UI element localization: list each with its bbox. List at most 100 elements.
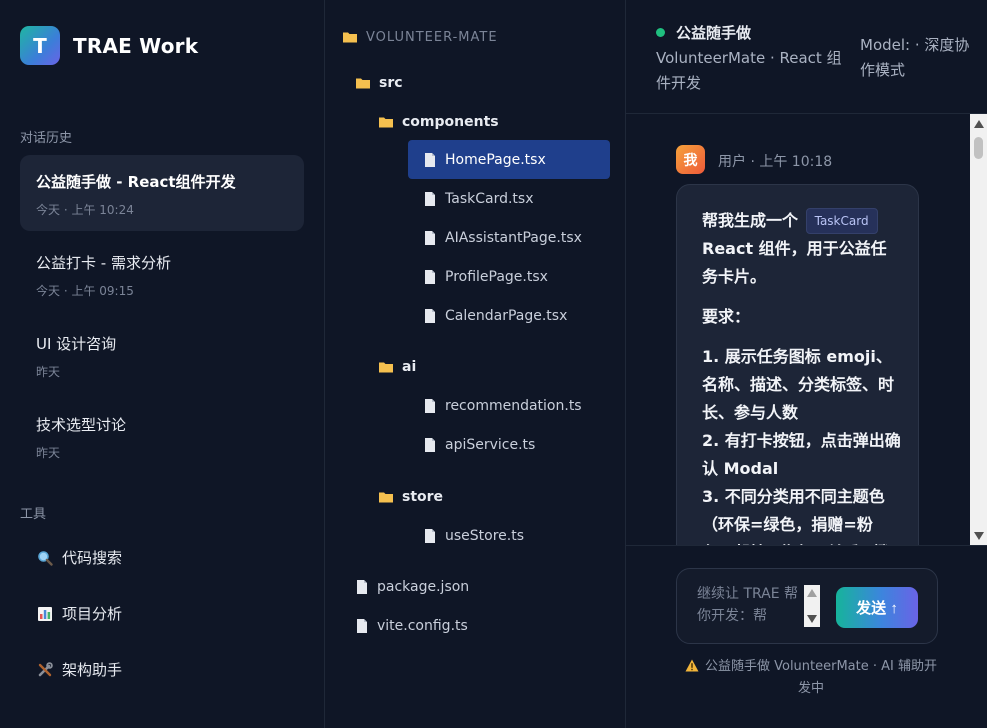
- file-explorer: VOLUNTEER-MATE src components HomePage.t…: [325, 0, 626, 728]
- scroll-up-arrow[interactable]: [974, 120, 984, 128]
- chat-panel: 公益随手做 VolunteerMate · React 组件开发 Model: …: [626, 0, 987, 728]
- tool-label: 架构助手: [62, 661, 123, 679]
- app-logo: T: [20, 26, 60, 65]
- brand[interactable]: T TRAE Work: [20, 26, 198, 65]
- tree-file-recommendation[interactable]: recommendation.ts: [423, 387, 582, 425]
- composer: 发送 ↑: [676, 568, 938, 644]
- message-text: 帮我生成一个: [702, 211, 799, 230]
- tree-item-label: CalendarPage.tsx: [445, 308, 568, 324]
- history-item-title: 技术选型讨论: [36, 416, 127, 434]
- tree-folder-src[interactable]: src: [355, 64, 403, 102]
- input-scrollbar[interactable]: [804, 585, 820, 627]
- tree-file-aiassistantpage[interactable]: AIAssistantPage.tsx: [423, 219, 582, 257]
- message-scrollbar[interactable]: [970, 114, 987, 545]
- history-item[interactable]: UI 设计咨询 昨天: [20, 317, 304, 393]
- tree-item-label: apiService.ts: [445, 437, 536, 453]
- message-list[interactable]: 我 用户 · 上午 10:18 帮我生成一个 TaskCard React 组件…: [626, 114, 987, 546]
- tree-item-label: ai: [402, 359, 417, 375]
- history-item-time: 昨天: [36, 365, 61, 379]
- tree-file-apiservice[interactable]: apiService.ts: [423, 426, 535, 464]
- message-input[interactable]: [697, 583, 799, 633]
- tree-file-homepage[interactable]: HomePage.tsx: [408, 140, 610, 179]
- scroll-thumb[interactable]: [974, 137, 983, 159]
- folder-icon: [379, 492, 393, 503]
- history-item-time: 昨天: [36, 446, 61, 460]
- sidebar: T TRAE Work 对话历史 公益随手做 - React组件开发 今天 · …: [0, 0, 325, 728]
- scroll-down-arrow[interactable]: [974, 532, 984, 540]
- tools-icon: [36, 661, 54, 679]
- history-item-title: UI 设计咨询: [36, 335, 117, 353]
- user-message-bubble: 帮我生成一个 TaskCard React 组件，用于公益任务卡片。 要求： 1…: [676, 184, 919, 545]
- bar-chart-icon: [36, 605, 54, 623]
- folder-icon: [379, 362, 393, 373]
- tree-item-label: src: [379, 75, 403, 91]
- chat-title: 公益随手做: [676, 24, 752, 42]
- tree-root[interactable]: VOLUNTEER-MATE: [342, 18, 498, 56]
- magnifier-icon: [36, 549, 54, 567]
- send-button[interactable]: 发送 ↑: [836, 587, 918, 628]
- tree-item-label: useStore.ts: [445, 528, 525, 544]
- footer-note-text: 公益随手做 VolunteerMate · AI 辅助开发中: [704, 659, 938, 696]
- history-item[interactable]: 技术选型讨论 昨天: [20, 398, 304, 474]
- requirement-item: 1. 展示任务图标 emoji、名称、描述、分类标签、时长、参与人数: [702, 347, 895, 422]
- tools-section-label: 工具: [20, 507, 47, 522]
- tree-file-calendarpage[interactable]: CalendarPage.tsx: [423, 297, 567, 335]
- history-item-title: 公益打卡 - 需求分析: [36, 254, 171, 272]
- tree-item-label: store: [402, 489, 444, 505]
- history-item[interactable]: 公益随手做 - React组件开发 今天 · 上午 10:24: [20, 155, 304, 231]
- tree-folder-ai[interactable]: ai: [378, 348, 416, 386]
- message-line-1: 帮我生成一个 TaskCard React 组件，用于公益任务卡片。: [702, 207, 902, 291]
- file-icon: [425, 438, 435, 452]
- folder-icon: [379, 117, 393, 128]
- file-icon: [425, 270, 435, 284]
- requirements-label: 要求：: [702, 307, 751, 326]
- chat-header: 公益随手做 VolunteerMate · React 组件开发 Model: …: [626, 0, 987, 114]
- tree-file-package-json[interactable]: package.json: [355, 568, 469, 606]
- tool-architecture-assistant[interactable]: 架构助手: [36, 659, 122, 680]
- app-name: TRAE Work: [73, 33, 199, 58]
- component-chip[interactable]: TaskCard: [805, 208, 878, 234]
- model-selector[interactable]: Model: · 深度协作模式: [860, 33, 970, 83]
- tree-item-label: ProfilePage.tsx: [445, 269, 548, 285]
- tree-item-label: HomePage.tsx: [445, 151, 546, 168]
- folder-icon: [356, 78, 370, 89]
- tree-item-label: package.json: [377, 579, 470, 595]
- file-icon: [425, 152, 435, 167]
- tree-folder-components[interactable]: components: [378, 103, 499, 141]
- tree-item-label: components: [402, 114, 499, 130]
- tree-file-usestore[interactable]: useStore.ts: [423, 517, 524, 555]
- history-item-time: 今天 · 上午 10:24: [36, 203, 134, 217]
- tree-item-label: TaskCard.tsx: [445, 191, 534, 207]
- scroll-up-arrow[interactable]: [807, 589, 817, 597]
- file-icon: [425, 309, 435, 323]
- tool-label: 代码搜索: [62, 549, 123, 567]
- tree-item-label: recommendation.ts: [445, 398, 582, 414]
- tree-folder-store[interactable]: store: [378, 478, 443, 516]
- message-meta: 用户 · 上午 10:18: [718, 154, 833, 170]
- tree-file-profilepage[interactable]: ProfilePage.tsx: [423, 258, 548, 296]
- file-icon: [357, 580, 367, 594]
- footer-note: 公益随手做 VolunteerMate · AI 辅助开发中: [682, 656, 940, 700]
- file-icon: [425, 399, 435, 413]
- requirement-item: 3. 不同分类用不同主题色（环保=绿色，捐赠=粉色，帮扶=紫色，关爱=橙色）: [702, 487, 889, 545]
- tree-item-label: AIAssistantPage.tsx: [445, 230, 582, 246]
- tool-project-analysis[interactable]: 项目分析: [36, 603, 122, 624]
- tool-label: 项目分析: [62, 605, 123, 623]
- requirement-item: 2. 有打卡按钮，点击弹出确认 Modal: [702, 431, 901, 478]
- history-item-title: 公益随手做 - React组件开发: [36, 173, 236, 191]
- file-icon: [425, 231, 435, 245]
- history-item[interactable]: 公益打卡 - 需求分析 今天 · 上午 09:15: [20, 236, 304, 312]
- file-icon: [425, 529, 435, 543]
- history-section-label: 对话历史: [20, 131, 73, 146]
- message-text: React 组件，用于公益任务卡片。: [702, 239, 887, 286]
- tool-code-search[interactable]: 代码搜索: [36, 547, 122, 568]
- history-item-time: 今天 · 上午 09:15: [36, 284, 134, 298]
- tree-file-vite-config[interactable]: vite.config.ts: [355, 607, 468, 645]
- folder-icon: [343, 32, 357, 43]
- avatar: 我: [676, 145, 705, 174]
- scroll-down-arrow[interactable]: [807, 615, 817, 623]
- warning-icon: [685, 659, 699, 672]
- tree-root-label: VOLUNTEER-MATE: [366, 29, 498, 45]
- file-icon: [357, 619, 367, 633]
- tree-file-taskcard[interactable]: TaskCard.tsx: [423, 180, 533, 218]
